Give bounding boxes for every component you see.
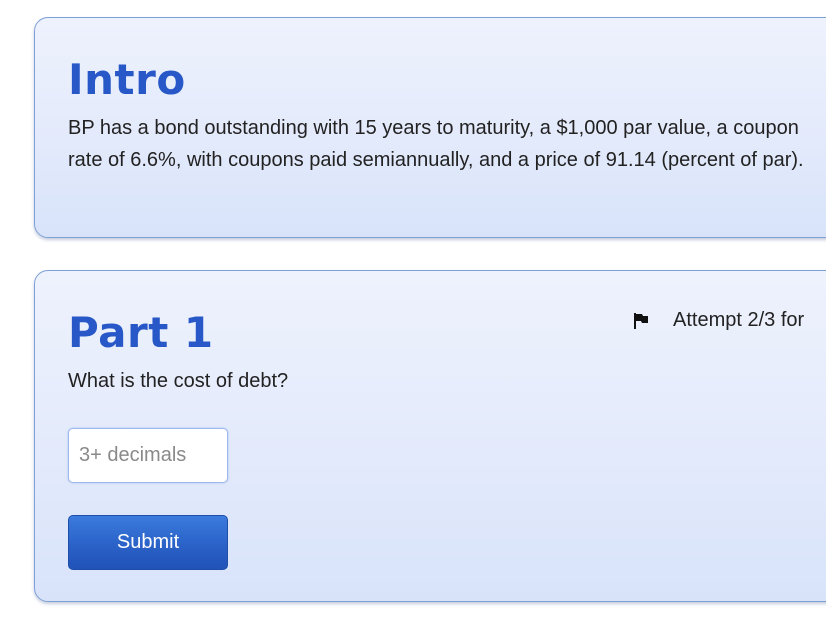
attempt-text: Attempt 2/3 for bbox=[673, 309, 805, 331]
attempt-indicator: Attempt 2/3 for bbox=[633, 309, 804, 332]
intro-card: Intro BP has a bond outstanding with 15 … bbox=[34, 17, 826, 238]
part1-card: Part 1 Attempt 2/3 for What is the cost … bbox=[34, 270, 826, 602]
submit-button[interactable]: Submit bbox=[68, 515, 228, 570]
answer-input[interactable] bbox=[68, 428, 228, 483]
flag-icon bbox=[634, 312, 648, 329]
intro-text: BP has a bond outstanding with 15 years … bbox=[68, 117, 804, 171]
intro-heading: Intro bbox=[68, 55, 186, 104]
part1-heading: Part 1 bbox=[68, 308, 214, 357]
question-text: What is the cost of debt? bbox=[68, 370, 289, 392]
